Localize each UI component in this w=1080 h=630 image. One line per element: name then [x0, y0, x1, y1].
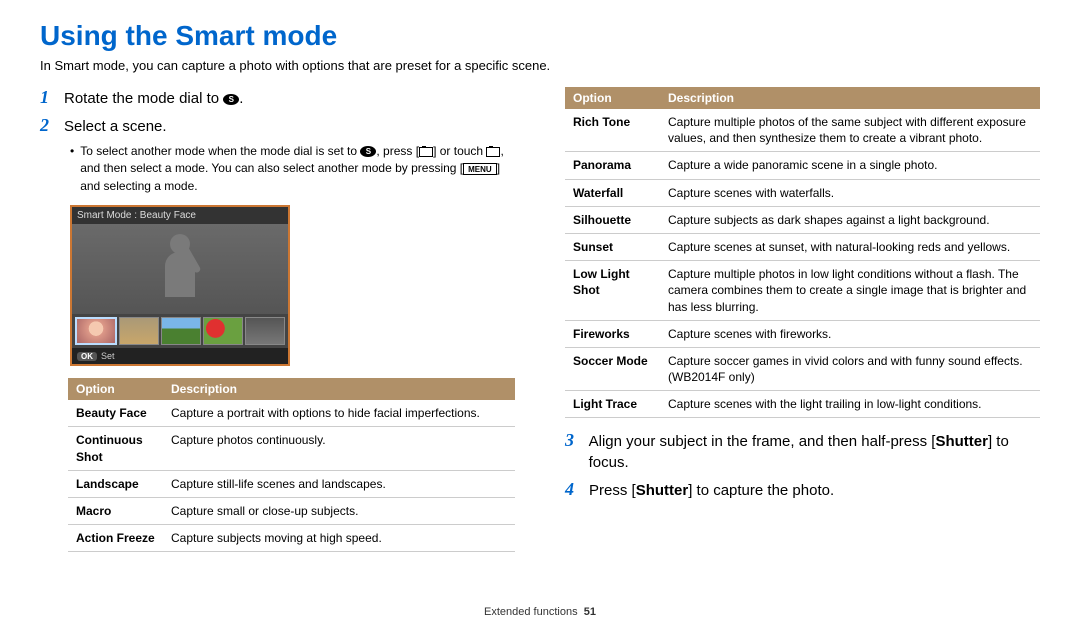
options-table-right: Option Description Rich ToneCapture mult… — [565, 87, 1040, 418]
illus-thumbnails — [72, 314, 288, 348]
step-number: 1 — [40, 87, 54, 108]
table-row: Low Light ShotCapture multiple photos in… — [565, 261, 1040, 321]
table-row: Soccer ModeCapture soccer games in vivid… — [565, 347, 1040, 390]
option-description: Capture photos continuously. — [163, 427, 515, 470]
step-number: 4 — [565, 479, 579, 500]
option-name: Panorama — [565, 152, 660, 179]
back-icon — [419, 147, 433, 157]
table-row: FireworksCapture scenes with fireworks. — [565, 320, 1040, 347]
option-name: Sunset — [565, 233, 660, 260]
option-name: Rich Tone — [565, 109, 660, 152]
table-row: SilhouetteCapture subjects as dark shape… — [565, 206, 1040, 233]
table-row: Action FreezeCapture subjects moving at … — [68, 525, 515, 552]
thumbnail — [119, 317, 159, 345]
illus-footer: OK Set — [72, 348, 288, 364]
options-table-left: Option Description Beauty FaceCapture a … — [68, 378, 515, 552]
step-2-bullet: • To select another mode when the mode d… — [70, 143, 515, 195]
option-name: Silhouette — [565, 206, 660, 233]
col-header-description: Description — [163, 378, 515, 400]
option-description: Capture scenes with fireworks. — [660, 320, 1040, 347]
thumbnail — [161, 317, 201, 345]
illus-title: Smart Mode : Beauty Face — [72, 207, 288, 224]
col-header-option: Option — [565, 87, 660, 109]
smart-mode-icon: S — [223, 94, 239, 105]
option-description: Capture subjects as dark shapes against … — [660, 206, 1040, 233]
table-row: WaterfallCapture scenes with waterfalls. — [565, 179, 1040, 206]
option-name: Beauty Face — [68, 400, 163, 427]
option-description: Capture scenes with the light trailing i… — [660, 391, 1040, 418]
thumbnail — [203, 317, 243, 345]
option-description: Capture small or close-up subjects. — [163, 497, 515, 524]
step-4: 4 Press [Shutter] to capture the photo. — [565, 479, 1040, 501]
option-name: Continuous Shot — [68, 427, 163, 470]
option-description: Capture multiple photos of the same subj… — [660, 109, 1040, 152]
step-3: 3 Align your subject in the frame, and t… — [565, 430, 1040, 473]
table-row: Beauty FaceCapture a portrait with optio… — [68, 400, 515, 427]
step-number: 3 — [565, 430, 579, 451]
col-header-option: Option — [68, 378, 163, 400]
step-1-text: Rotate the mode dial to S. — [64, 88, 243, 109]
table-row: Continuous ShotCapture photos continuous… — [68, 427, 515, 470]
option-name: Waterfall — [565, 179, 660, 206]
option-description: Capture scenes with waterfalls. — [660, 179, 1040, 206]
ok-badge: OK — [77, 352, 97, 361]
table-row: PanoramaCapture a wide panoramic scene i… — [565, 152, 1040, 179]
option-name: Light Trace — [565, 391, 660, 418]
option-description: Capture multiple photos in low light con… — [660, 261, 1040, 321]
menu-button-icon: MENU — [463, 163, 497, 175]
table-row: MacroCapture small or close-up subjects. — [68, 497, 515, 524]
col-header-description: Description — [660, 87, 1040, 109]
footer-section: Extended functions — [484, 606, 578, 618]
option-name: Landscape — [68, 470, 163, 497]
option-description: Capture a wide panoramic scene in a sing… — [660, 152, 1040, 179]
option-name: Macro — [68, 497, 163, 524]
page-footer: Extended functions 51 — [0, 606, 1080, 618]
step-2-text: Select a scene. — [64, 116, 167, 137]
option-name: Action Freeze — [68, 525, 163, 552]
step-number: 2 — [40, 115, 54, 136]
option-description: Capture soccer games in vivid colors and… — [660, 347, 1040, 390]
option-description: Capture still-life scenes and landscapes… — [163, 470, 515, 497]
page-title: Using the Smart mode — [40, 20, 1040, 52]
illus-preview — [72, 224, 288, 314]
step-4-text: Press [Shutter] to capture the photo. — [589, 480, 834, 501]
set-label: Set — [101, 351, 115, 361]
step-1: 1 Rotate the mode dial to S. — [40, 87, 515, 109]
option-description: Capture subjects moving at high speed. — [163, 525, 515, 552]
thumbnail — [245, 317, 285, 345]
option-name: Soccer Mode — [565, 347, 660, 390]
table-row: Rich ToneCapture multiple photos of the … — [565, 109, 1040, 152]
footer-page-number: 51 — [584, 606, 596, 618]
table-row: LandscapeCapture still-life scenes and l… — [68, 470, 515, 497]
thumbnail — [75, 317, 117, 345]
intro-text: In Smart mode, you can capture a photo w… — [40, 58, 1040, 73]
step-2: 2 Select a scene. — [40, 115, 515, 137]
table-row: SunsetCapture scenes at sunset, with nat… — [565, 233, 1040, 260]
option-name: Fireworks — [565, 320, 660, 347]
camera-icon — [486, 147, 500, 157]
step-3-text: Align your subject in the frame, and the… — [589, 431, 1040, 473]
option-name: Low Light Shot — [565, 261, 660, 321]
screen-illustration: Smart Mode : Beauty Face OK Set — [70, 205, 290, 366]
option-description: Capture scenes at sunset, with natural-l… — [660, 233, 1040, 260]
table-row: Light TraceCapture scenes with the light… — [565, 391, 1040, 418]
option-description: Capture a portrait with options to hide … — [163, 400, 515, 427]
smart-mode-icon: S — [360, 146, 376, 157]
